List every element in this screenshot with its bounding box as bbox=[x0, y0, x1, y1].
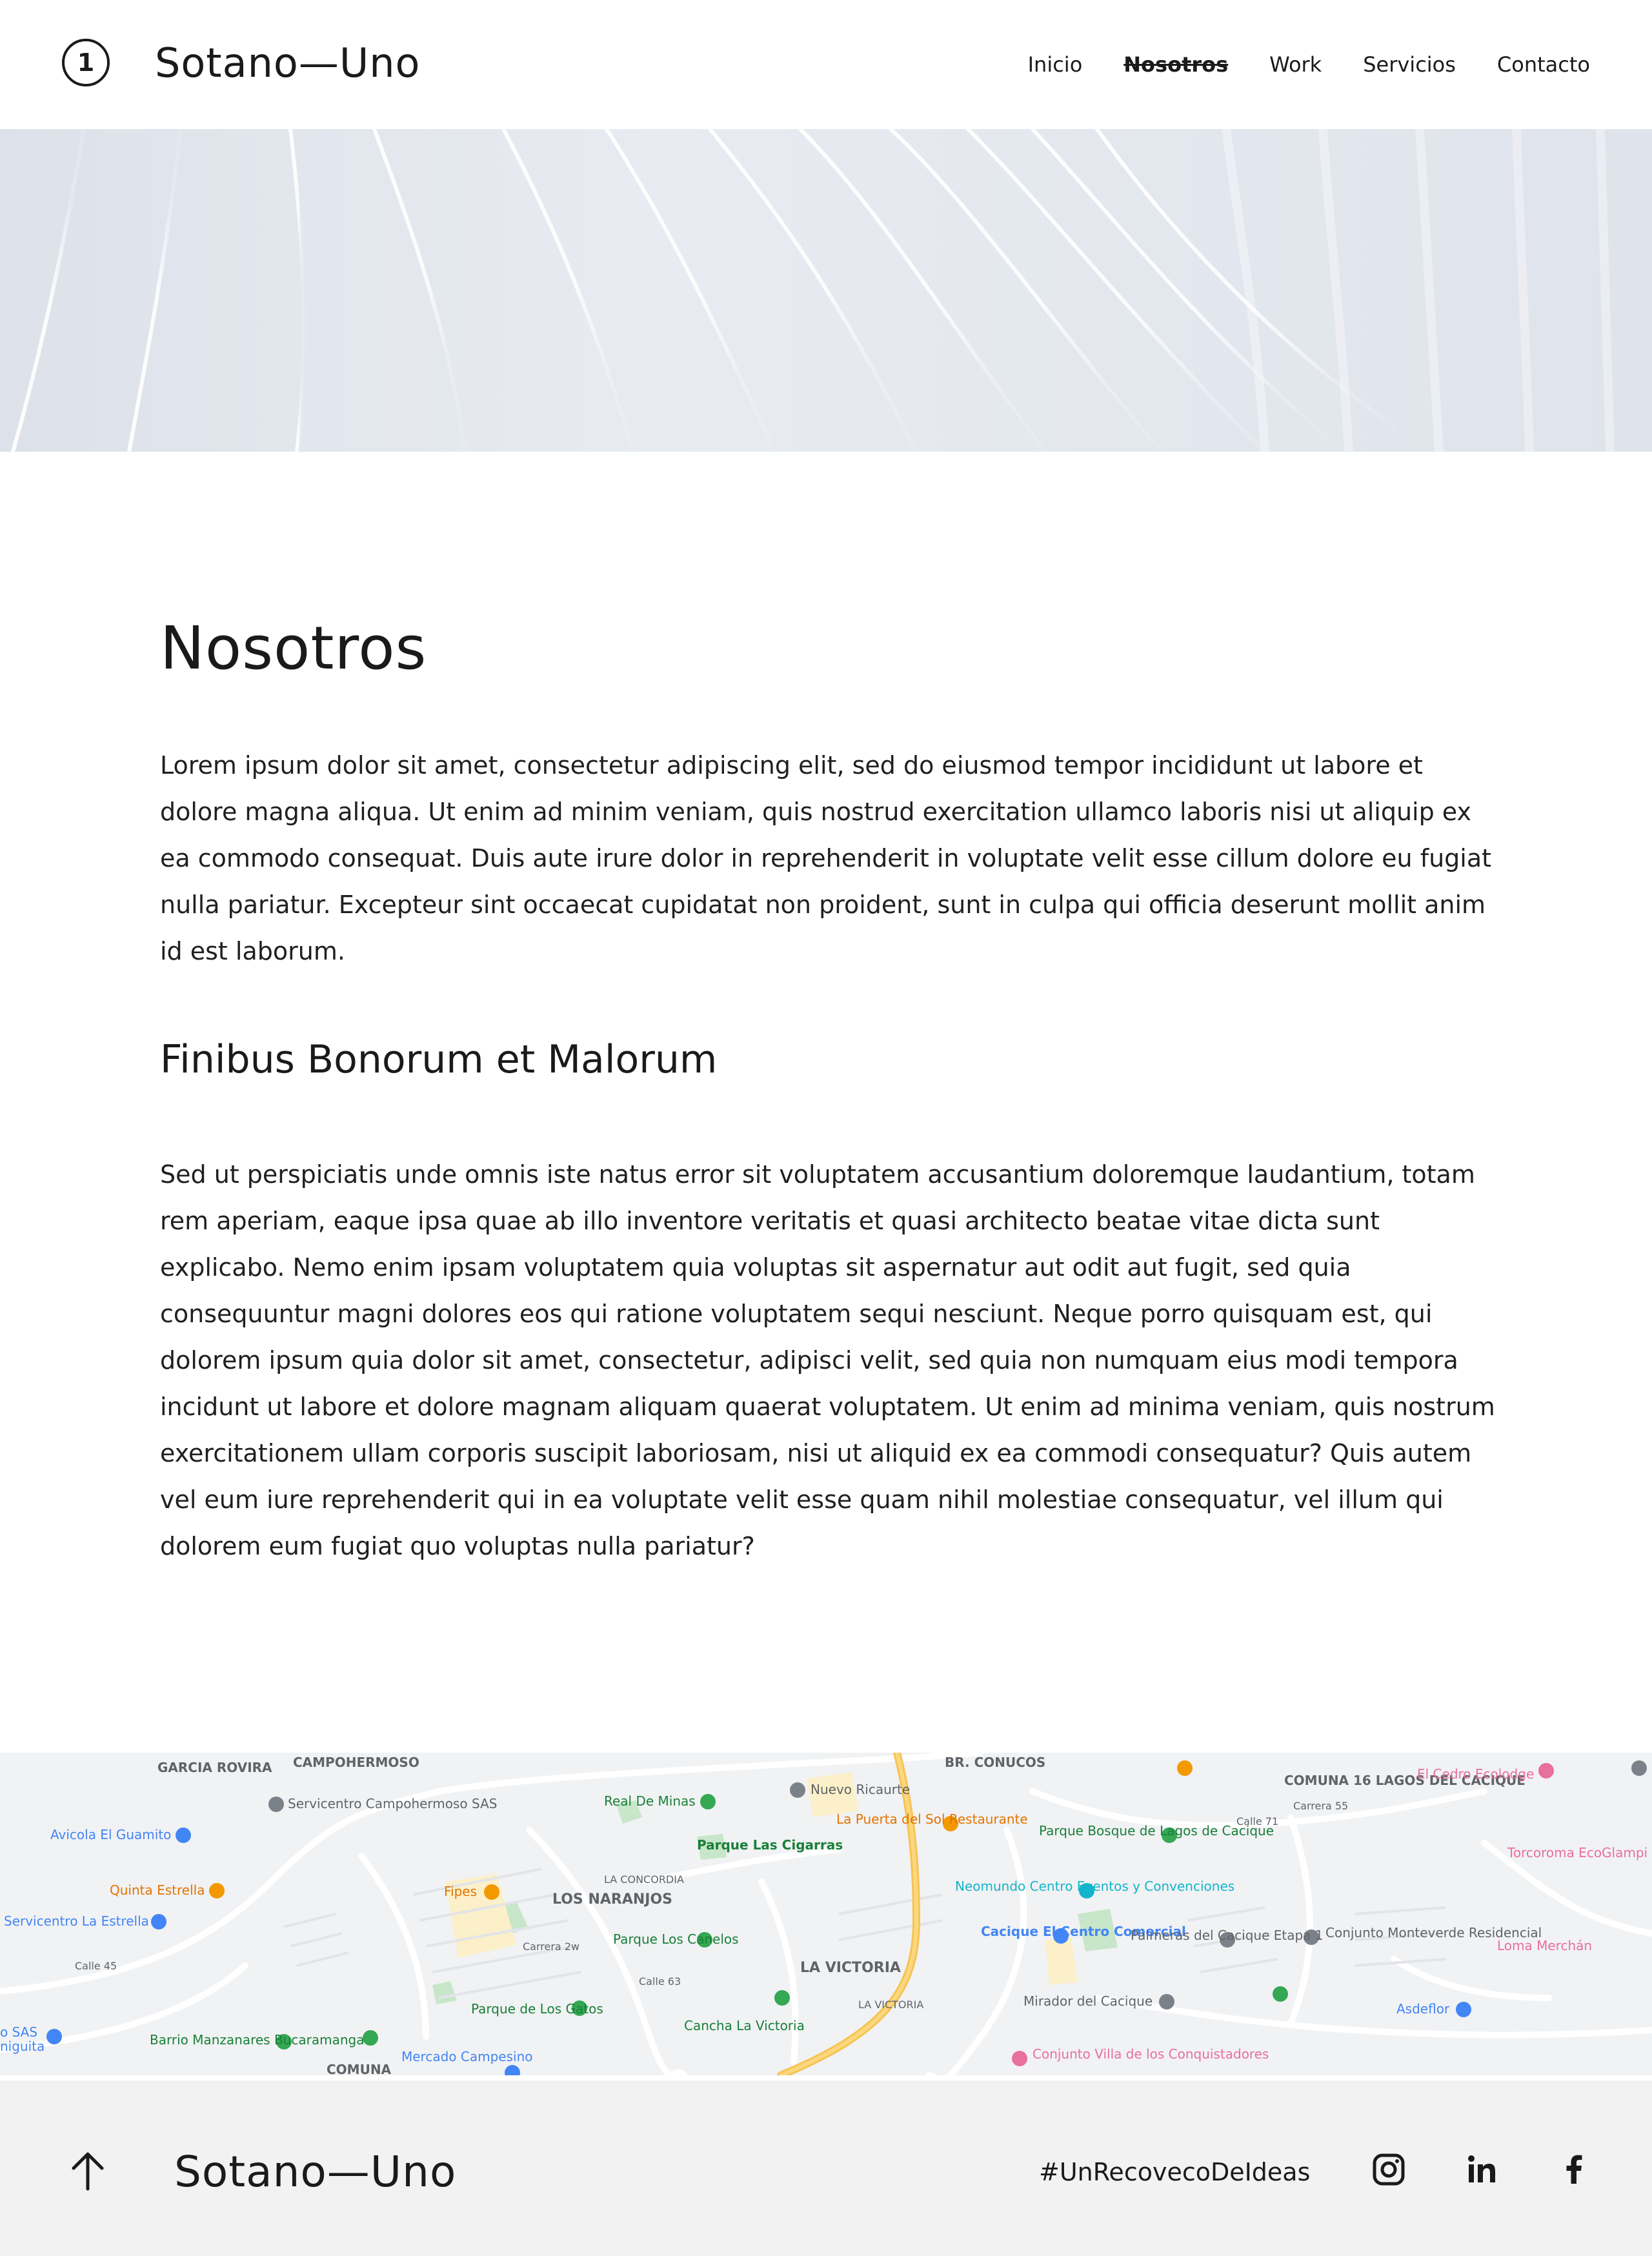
pin-orange-icon[interactable] bbox=[209, 1883, 225, 1898]
page-title: Nosotros bbox=[160, 614, 427, 683]
pin-blue-icon[interactable] bbox=[505, 2065, 520, 2075]
pin-blue-icon[interactable] bbox=[46, 2029, 62, 2044]
map-label: o SAS bbox=[0, 2024, 37, 2040]
linkedin-icon[interactable] bbox=[1462, 2150, 1501, 2189]
pin-green-icon[interactable] bbox=[1273, 1986, 1288, 2002]
pin-gray-icon[interactable] bbox=[1631, 1760, 1647, 1776]
map-label: Parque de Los Gatos bbox=[471, 2001, 603, 2017]
map-label: Cancha La Victoria bbox=[684, 2018, 805, 2033]
pin-blue-icon[interactable] bbox=[176, 1828, 191, 1843]
pin-gray-icon[interactable] bbox=[268, 1797, 284, 1812]
site-header: 1 Sotano—Uno Inicio Nosotros Work Servic… bbox=[0, 0, 1652, 129]
nav-servicios[interactable]: Servicios bbox=[1363, 50, 1456, 79]
map-label: LA CONCORDIA bbox=[604, 1873, 684, 1886]
map-label: Palmeras del Cacique Etapa 1 bbox=[1131, 1928, 1324, 1943]
map-label: LOS NARANJOS bbox=[552, 1891, 672, 1908]
map-label: Servicentro Campohermoso SAS bbox=[288, 1796, 497, 1811]
map-label: Conjunto Villa de los Conquistadores bbox=[1032, 2046, 1269, 2062]
footer-hashtag: #UnRecovecoDeIdeas bbox=[1039, 2158, 1311, 2186]
map-label: Asdeflor bbox=[1396, 2001, 1450, 2017]
pin-blue-icon[interactable] bbox=[1456, 2002, 1471, 2017]
map-label: Carrera 55 bbox=[1293, 1800, 1348, 1812]
pin-green-icon[interactable] bbox=[774, 1990, 790, 2006]
nav-work[interactable]: Work bbox=[1269, 50, 1322, 79]
map-label: Avicola El Guamito bbox=[50, 1827, 171, 1842]
section-subtitle: Finibus Bonorum et Malorum bbox=[160, 1037, 718, 1082]
map-label: Real De Minas bbox=[604, 1793, 696, 1809]
nav-inicio[interactable]: Inicio bbox=[1028, 50, 1083, 79]
map-label: Mirador del Cacique bbox=[1023, 1993, 1153, 2009]
map-label: niguita bbox=[0, 2039, 45, 2054]
footer-brand[interactable]: Sotano—Uno bbox=[174, 2145, 456, 2199]
map-label: Servicentro La Estrella bbox=[4, 1913, 149, 1929]
map-label: Mercado Campesino bbox=[401, 2049, 532, 2064]
map-label: Calle 63 bbox=[639, 1975, 681, 1988]
arrow-up-icon[interactable] bbox=[65, 2148, 111, 2194]
intro-paragraph: Lorem ipsum dolor sit amet, consectetur … bbox=[160, 751, 1492, 965]
nav-nosotros[interactable]: Nosotros bbox=[1123, 50, 1228, 79]
map-label: LA VICTORIA bbox=[858, 1999, 923, 2011]
hero-banner bbox=[0, 129, 1652, 452]
pin-blue-icon[interactable] bbox=[151, 1914, 166, 1929]
site-footer: Sotano—Uno #UnRecovecoDeIdeas bbox=[0, 2080, 1652, 2256]
main-content: Nosotros Lorem ipsum dolor sit amet, con… bbox=[160, 607, 1502, 1560]
map-label: Parque Los Canelos bbox=[613, 1931, 739, 1947]
map-label: Quinta Estrella bbox=[110, 1882, 205, 1898]
logo-badge[interactable]: 1 bbox=[62, 39, 110, 86]
location-map[interactable]: GARCIA ROVIRA CAMPOHERMOSO BR. CONUCOS C… bbox=[0, 1753, 1652, 2075]
body-paragraph: Sed ut perspiciatis unde omnis iste natu… bbox=[160, 1160, 1495, 1560]
banner-lines bbox=[11, 129, 1615, 452]
map-label: BR. CONUCOS bbox=[945, 1755, 1045, 1770]
map-label: CAMPOHERMOSO bbox=[293, 1755, 419, 1770]
facebook-icon[interactable] bbox=[1555, 2150, 1594, 2189]
map-label: Calle 45 bbox=[75, 1960, 117, 1972]
map-canvas[interactable]: GARCIA ROVIRA CAMPOHERMOSO BR. CONUCOS C… bbox=[0, 1753, 1652, 2075]
map-label: Carrera 2w bbox=[523, 1940, 579, 1953]
pin-green-icon[interactable] bbox=[363, 2030, 378, 2046]
map-label: Loma Merchán bbox=[1497, 1938, 1592, 1953]
pin-orange-icon[interactable] bbox=[1177, 1760, 1193, 1776]
pin-gray-icon[interactable] bbox=[790, 1782, 805, 1798]
main-nav: Inicio Nosotros Work Servicios Contacto bbox=[1028, 50, 1590, 79]
map-label: LA VICTORIA bbox=[800, 1960, 901, 1976]
map-label: Fipes bbox=[444, 1884, 477, 1899]
pin-green-icon[interactable] bbox=[700, 1794, 716, 1809]
map-label: Torcoroma EcoGlampi bbox=[1507, 1845, 1647, 1860]
pin-pink-icon[interactable] bbox=[1538, 1763, 1554, 1778]
map-label: Calle 71 bbox=[1236, 1815, 1278, 1828]
map-label: El Cedro Ecolodge bbox=[1417, 1766, 1534, 1782]
map-label: Barrio Manzanares Bucaramanga bbox=[150, 2032, 364, 2048]
map-label: Neomundo Centro Eventos y Convenciones bbox=[955, 1878, 1234, 1894]
map-label: Nuevo Ricaurte bbox=[811, 1782, 910, 1797]
pin-pink-icon[interactable] bbox=[1012, 2051, 1027, 2066]
nav-contacto[interactable]: Contacto bbox=[1497, 50, 1590, 79]
site-brand[interactable]: Sotano—Uno bbox=[155, 36, 420, 90]
map-label: Parque Las Cigarras bbox=[697, 1837, 843, 1853]
pin-orange-icon[interactable] bbox=[484, 1884, 499, 1900]
instagram-icon[interactable] bbox=[1369, 2150, 1408, 2189]
map-label: La Puerta del Sol Restaurante bbox=[836, 1811, 1028, 1827]
logo-number: 1 bbox=[77, 48, 95, 77]
map-label: GARCIA ROVIRA bbox=[157, 1760, 272, 1775]
map-label: COMUNA bbox=[327, 2062, 392, 2075]
pin-gray-icon[interactable] bbox=[1159, 1994, 1174, 2009]
